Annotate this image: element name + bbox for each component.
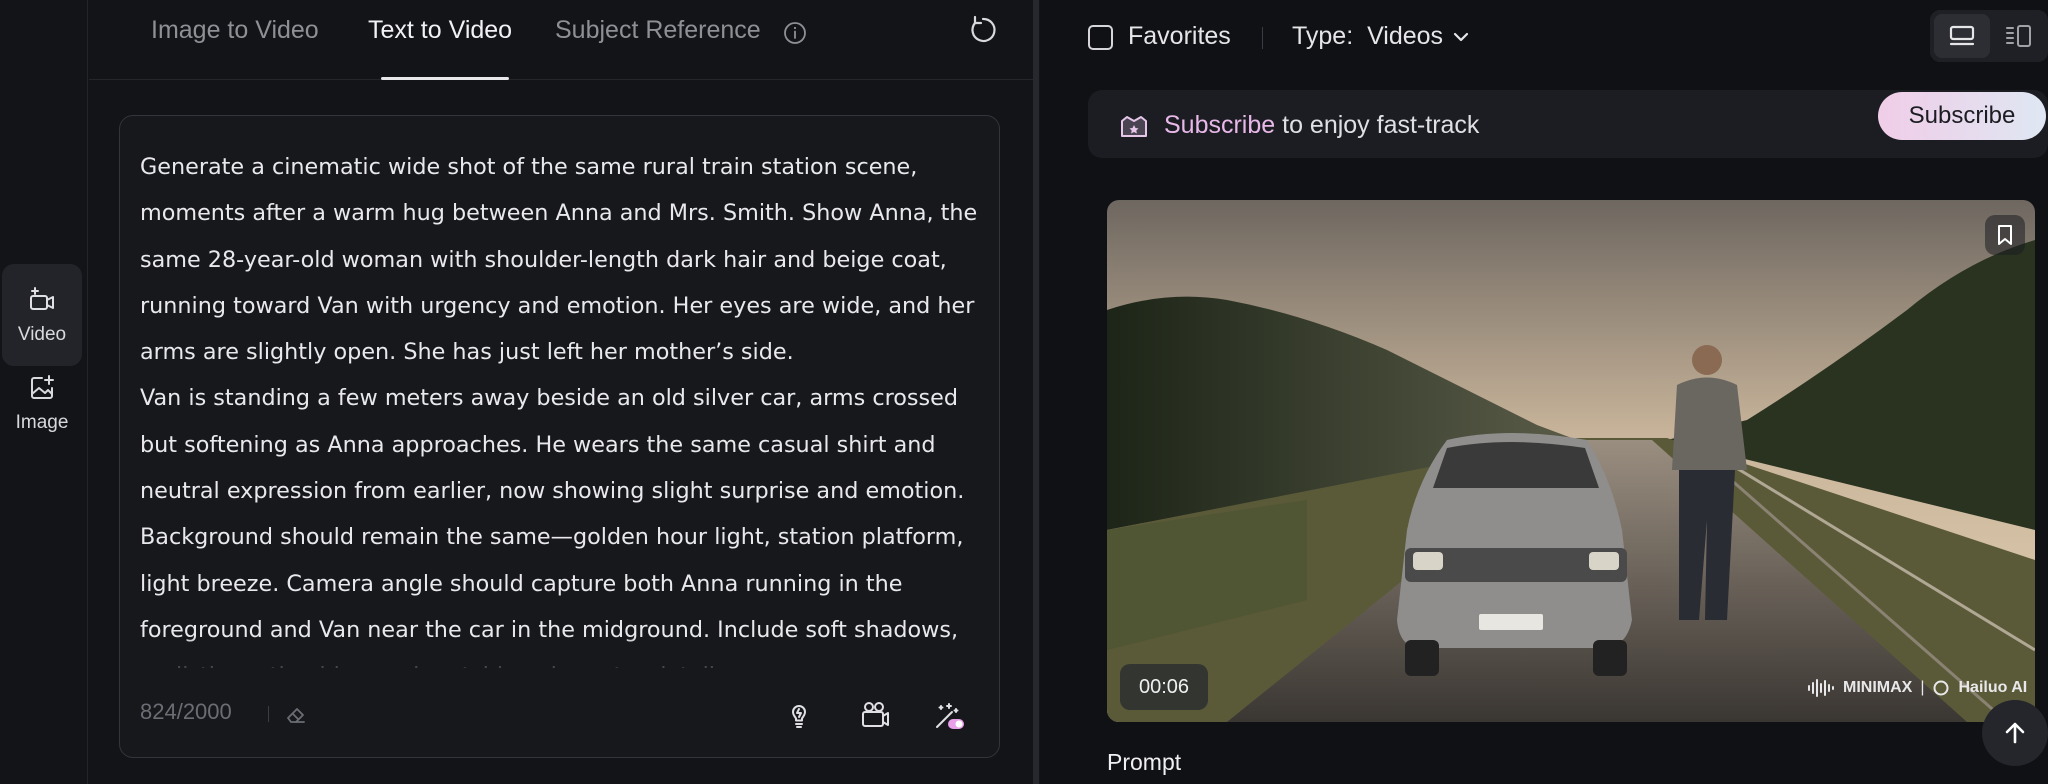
subscribe-banner: Subscribe to enjoy fast-track Subscribe (1088, 90, 2048, 158)
favorites-label[interactable]: Favorites (1128, 22, 1231, 51)
car (1397, 433, 1632, 676)
rail-item-label: Video (17, 324, 67, 345)
active-tab-indicator (381, 77, 509, 80)
grid-view-icon (2006, 25, 2031, 47)
video-result-card[interactable]: 00:06 MINIMAX | Hailuo AI (1107, 200, 2035, 722)
prompt-textarea[interactable]: Generate a cinematic wide shot of the sa… (119, 115, 1000, 758)
lightbulb-icon[interactable] (782, 698, 816, 732)
watermark-separator: | (1920, 679, 1925, 696)
mode-tabs: Image to Video Text to Video Subject Ref… (89, 0, 1033, 80)
crown-bag-icon (1121, 116, 1147, 137)
camera-movement-icon[interactable] (858, 698, 892, 732)
list-view-icon (1949, 25, 1975, 46)
video-thumbnail[interactable] (1107, 200, 2035, 722)
subscribe-link[interactable]: Subscribe (1164, 111, 1275, 139)
char-count: 824/2000 (140, 699, 232, 724)
eraser-icon[interactable] (284, 703, 308, 727)
filter-divider (1262, 27, 1263, 49)
info-icon[interactable] (783, 21, 807, 45)
tab-image-to-video[interactable]: Image to Video (151, 16, 319, 45)
waveform-logo-icon (1808, 679, 1834, 697)
list-view-button[interactable] (1934, 14, 1990, 58)
type-value: Videos (1367, 22, 1444, 50)
chevron-down-icon[interactable] (1452, 30, 1470, 44)
tab-subject-reference[interactable]: Subject Reference (555, 16, 761, 45)
tab-text-to-video[interactable]: Text to Video (368, 16, 512, 45)
rail-item-video[interactable]: Video (2, 264, 82, 366)
watermark: MINIMAX | Hailuo AI (1807, 679, 2027, 697)
app-root: Video Image Image to Video Text to Video… (0, 0, 2048, 784)
reset-icon[interactable] (967, 14, 999, 46)
subscribe-button[interactable]: Subscribe (1878, 92, 2046, 140)
scroll-to-top-button[interactable] (1982, 700, 2048, 766)
footer-divider (268, 706, 269, 722)
video-plus-icon (30, 287, 54, 310)
prompt-paragraph: Van is standing a few meters away beside… (140, 385, 965, 668)
hailuo-logo-icon (1933, 680, 1949, 696)
banner-text: to enjoy fast-track (1275, 111, 1480, 139)
rail-item-image[interactable]: Image (2, 352, 82, 454)
favorites-checkbox[interactable] (1088, 25, 1113, 50)
arrow-up-icon (2005, 722, 2025, 744)
prompt-paragraph: Generate a cinematic wide shot of the sa… (140, 154, 978, 366)
results-panel: Favorites Type: Videos Subscribe to enjo… (1040, 0, 2048, 784)
magic-wand-toggle-icon[interactable] (932, 698, 966, 732)
watermark-minimax: MINIMAX (1843, 679, 1913, 696)
prompt-fade (120, 636, 999, 676)
grid-view-button[interactable] (1990, 14, 2046, 58)
bookmark-button[interactable] (1985, 215, 2025, 255)
left-rail: Video Image (0, 0, 88, 784)
type-filter[interactable]: Type: Videos (1292, 22, 1443, 51)
panel-divider[interactable] (1033, 0, 1039, 784)
video-duration: 00:06 (1120, 664, 1208, 710)
banner-message: Subscribe to enjoy fast-track (1164, 111, 1479, 140)
type-label: Type: (1292, 22, 1354, 50)
image-plus-icon (31, 375, 54, 399)
prompt-text[interactable]: Generate a cinematic wide shot of the sa… (140, 144, 985, 668)
composer-panel: Image to Video Text to Video Subject Ref… (89, 0, 1033, 784)
rail-item-label: Image (15, 412, 69, 433)
prompt-heading: Prompt (1107, 749, 1182, 775)
bookmark-icon (1998, 225, 2012, 245)
watermark-hailuo: Hailuo AI (1958, 679, 2028, 696)
prompt-footer: 824/2000 (120, 676, 999, 756)
view-mode-toggle (1930, 10, 2048, 62)
